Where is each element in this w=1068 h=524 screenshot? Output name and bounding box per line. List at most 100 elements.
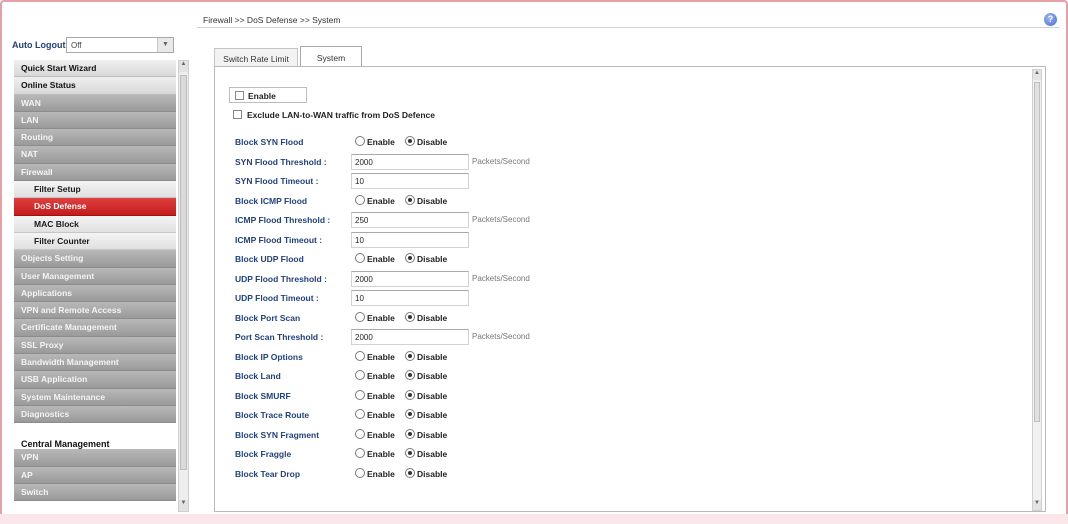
panel-scroll-thumb[interactable] xyxy=(1034,82,1040,422)
sidebar-item-bandwidth-management[interactable]: Bandwidth Management xyxy=(14,354,176,372)
scroll-up-icon[interactable]: ▲ xyxy=(1033,70,1041,80)
auto-logout: Auto Logout : Off ▼ xyxy=(10,36,190,54)
scroll-down-icon[interactable]: ▼ xyxy=(179,500,188,511)
setting-row-block-land: Block Land Enable Disable xyxy=(215,367,1035,385)
setting-label: Block SMURF xyxy=(235,390,291,401)
radio-circle-icon[interactable] xyxy=(405,311,415,322)
setting-row-syn-flood-timeout: SYN Flood Timeout : 10 xyxy=(215,172,1035,190)
setting-label: Block SYN Flood xyxy=(235,137,304,147)
setting-row-block-trace-route: Block Trace Route Enable Disable xyxy=(215,406,1035,424)
sidebar-item-vpn-and-remote-access[interactable]: VPN and Remote Access xyxy=(14,302,176,320)
radio-circle-icon[interactable] xyxy=(355,136,365,146)
sidebar-item-switch[interactable]: Switch xyxy=(14,483,176,502)
setting-row-icmp-flood-threshold: ICMP Flood Threshold : 250 Packets/Second xyxy=(215,211,1035,229)
scroll-down-icon[interactable]: ▼ xyxy=(1033,500,1041,510)
sidebar-item-certificate-management[interactable]: Certificate Management xyxy=(14,319,176,337)
setting-row-block-udp-flood: Block UDP Flood Enable Disable xyxy=(215,250,1035,268)
udp-flood-timeout-input[interactable]: 10 xyxy=(351,290,469,306)
sidebar-scrollbar[interactable]: ▲ ▼ xyxy=(178,60,189,512)
sidebar-item-ap[interactable]: AP xyxy=(14,466,176,484)
setting-row-icmp-flood-timeout: ICMP Flood Timeout : 10 xyxy=(215,231,1035,249)
sidebar-item-vpn[interactable]: VPN xyxy=(14,449,176,467)
setting-row-syn-flood-threshold: SYN Flood Threshold : 2000 Packets/Second xyxy=(215,153,1035,171)
auto-logout-label: Auto Logout : xyxy=(12,40,71,50)
radio-label: Enable xyxy=(367,449,395,459)
icmp-flood-timeout-input[interactable]: 10 xyxy=(351,231,469,248)
auto-logout-select[interactable]: Off ▼ xyxy=(66,37,174,53)
udp-flood-threshold-input[interactable]: 2000 xyxy=(351,270,469,287)
exclude-lan-to-wan-checkbox[interactable] xyxy=(233,110,242,119)
sidebar-item-usb-application[interactable]: USB Application xyxy=(14,371,176,389)
syn-flood-threshold-input[interactable]: 2000 xyxy=(351,153,469,170)
radio-circle-icon[interactable] xyxy=(405,467,415,478)
scroll-up-icon[interactable]: ▲ xyxy=(179,61,188,72)
port-scan-threshold-input[interactable]: 2000 xyxy=(351,329,469,345)
sidebar-item-filter-counter[interactable]: Filter Counter xyxy=(14,232,176,251)
setting-label: ICMP Flood Threshold : xyxy=(235,215,331,225)
setting-label: Block Fraggle xyxy=(235,449,292,459)
radio-label: Disable xyxy=(417,429,448,440)
sidebar-scroll-thumb[interactable] xyxy=(180,75,187,470)
radio-circle-icon[interactable] xyxy=(355,448,365,458)
radio-circle-icon[interactable] xyxy=(355,467,365,478)
tab-system[interactable]: System xyxy=(300,46,362,66)
radio-circle-icon[interactable] xyxy=(405,194,415,205)
radio-label: Enable xyxy=(367,137,395,147)
enable-checkbox-group[interactable]: Enable xyxy=(229,87,307,103)
radio-label: Disable xyxy=(417,468,448,479)
sidebar-item-firewall[interactable]: Firewall xyxy=(14,163,176,182)
radio-circle-icon[interactable] xyxy=(405,389,415,400)
icmp-flood-threshold-input[interactable]: 250 xyxy=(351,212,469,228)
radio-circle-icon[interactable] xyxy=(405,253,415,263)
sidebar-item-lan[interactable]: LAN xyxy=(14,111,176,130)
radio-circle-icon[interactable] xyxy=(355,194,365,205)
radio-label: Enable xyxy=(367,312,395,323)
dos-settings-panel: Enable Exclude LAN-to-WAN traffic from D… xyxy=(214,66,1046,512)
radio-label: Disable xyxy=(417,371,448,381)
sidebar-spacer xyxy=(14,423,176,436)
sidebar-item-user-management[interactable]: User Management xyxy=(14,267,176,285)
sidebar-item-quick-start-wizard[interactable]: Quick Start Wizard xyxy=(14,60,176,78)
radio-circle-icon[interactable] xyxy=(355,389,365,400)
sidebar-item-wan[interactable]: WAN xyxy=(14,94,176,112)
radio-circle-icon[interactable] xyxy=(405,428,415,439)
radio-label: Enable xyxy=(367,468,395,479)
help-icon[interactable]: ? xyxy=(1044,13,1057,26)
radio-label: Enable xyxy=(367,195,395,206)
panel-scrollbar[interactable]: ▲ ▼ xyxy=(1032,69,1042,511)
radio-circle-icon[interactable] xyxy=(405,350,415,361)
syn-flood-timeout-input[interactable]: 10 xyxy=(351,173,469,189)
radio-circle-icon[interactable] xyxy=(355,350,365,361)
radio-circle-icon[interactable] xyxy=(405,448,415,458)
radio-circle-icon[interactable] xyxy=(355,428,365,439)
radio-circle-icon[interactable] xyxy=(355,409,365,419)
tab-switch-rate-limit[interactable]: Switch Rate Limit xyxy=(214,48,298,66)
sidebar-item-routing[interactable]: Routing xyxy=(14,129,176,147)
setting-row-block-icmp-flood: Block ICMP Flood Enable Disable xyxy=(215,192,1035,210)
sidebar-item-dos-defense[interactable]: DoS Defense xyxy=(14,198,176,216)
radio-label: Disable xyxy=(417,137,448,147)
setting-label: Block Tear Drop xyxy=(235,468,301,479)
sidebar-item-online-status[interactable]: Online Status xyxy=(14,77,176,95)
unit-label: Packets/Second xyxy=(472,215,530,224)
unit-label: Packets/Second xyxy=(472,273,530,283)
sidebar-item-filter-setup[interactable]: Filter Setup xyxy=(14,181,176,199)
sidebar-item-diagnostics[interactable]: Diagnostics xyxy=(14,405,176,424)
sidebar-item-objects-setting[interactable]: Objects Setting xyxy=(14,250,176,268)
radio-label: Disable xyxy=(417,351,448,362)
radio-circle-icon[interactable] xyxy=(355,311,365,322)
radio-circle-icon[interactable] xyxy=(405,136,415,146)
radio-circle-icon[interactable] xyxy=(355,253,365,263)
radio-circle-icon[interactable] xyxy=(355,370,365,380)
enable-checkbox[interactable] xyxy=(235,91,244,100)
setting-row-block-fraggle: Block Fraggle Enable Disable xyxy=(215,445,1035,463)
sidebar-item-nat[interactable]: NAT xyxy=(14,146,176,164)
radio-circle-icon[interactable] xyxy=(405,409,415,419)
sidebar-item-system-maintenance[interactable]: System Maintenance xyxy=(14,388,176,406)
breadcrumb: Firewall >> DoS Defense >> System xyxy=(203,15,341,25)
sidebar-item-applications[interactable]: Applications xyxy=(14,284,176,303)
radio-circle-icon[interactable] xyxy=(405,370,415,380)
radio-label: Disable xyxy=(417,195,448,206)
sidebar-item-mac-block[interactable]: MAC Block xyxy=(14,215,176,233)
sidebar-item-ssl-proxy[interactable]: SSL Proxy xyxy=(14,336,176,355)
